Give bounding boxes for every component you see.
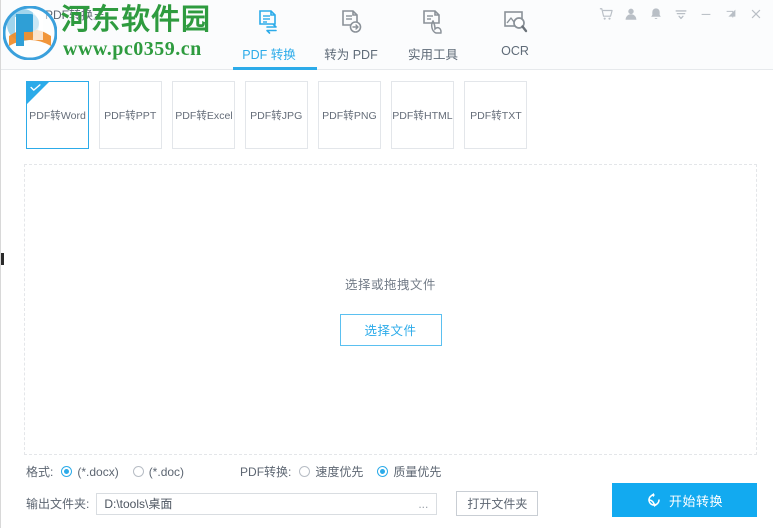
card-label: PDF转PNG	[322, 110, 377, 122]
radio-docx[interactable]	[61, 466, 73, 477]
close-icon[interactable]	[743, 2, 768, 26]
bell-icon[interactable]	[643, 2, 668, 26]
card-label: PDF转Word	[29, 110, 86, 122]
options-row: 格式: (*.docx) (*.doc) PDF转换: 速度优先 质量优先	[26, 463, 455, 480]
quality-label: PDF转换:	[240, 465, 292, 479]
radio-doc[interactable]	[132, 466, 144, 477]
ocr-icon	[501, 7, 529, 37]
tab-label: OCR	[501, 44, 529, 58]
card-label: PDF转JPG	[250, 110, 303, 122]
radio-label: 质量优先	[393, 465, 442, 479]
radio-label: 速度优先	[315, 465, 364, 479]
cart-icon[interactable]	[593, 2, 618, 26]
menu-icon[interactable]	[668, 2, 693, 26]
maximize-icon[interactable]	[718, 2, 743, 26]
tab-tools[interactable]: 实用工具	[393, 0, 473, 70]
card-pdf-to-txt[interactable]: PDF转TXT	[464, 81, 527, 149]
tab-label: 实用工具	[407, 48, 458, 62]
conversion-type-list: PDF转Word PDF转PPT PDF转Excel PDF转JPG PDF转P…	[26, 81, 537, 149]
output-folder-field[interactable]: ...	[96, 492, 438, 515]
watermark-url: www.pc0359.cn	[63, 38, 202, 60]
radio-label: (*.doc)	[148, 464, 185, 479]
card-pdf-to-word[interactable]: PDF转Word	[26, 81, 89, 149]
card-label: PDF转HTML	[392, 110, 453, 122]
quality-option-quality[interactable]: 质量优先	[377, 463, 441, 480]
output-folder-label: 输出文件夹:	[26, 497, 90, 511]
radio-quality[interactable]	[377, 466, 389, 477]
title-bar: PDF转换王 河东软件园 www.pc0359.cn PDF 转换 转为 PDF…	[1, 0, 773, 70]
start-convert-label: 开始转换	[668, 493, 723, 509]
format-option-doc[interactable]: (*.doc)	[132, 464, 185, 479]
format-label: 格式:	[26, 465, 54, 479]
card-pdf-to-jpg[interactable]: PDF转JPG	[245, 81, 308, 149]
card-label: PDF转PPT	[104, 110, 157, 122]
start-convert-button[interactable]: 开始转换	[612, 483, 757, 517]
drop-zone-content: 选择或拖拽文件 选择文件	[25, 165, 756, 454]
select-file-button[interactable]: 选择文件	[339, 313, 442, 346]
browse-folder-button[interactable]: ...	[410, 494, 436, 514]
tab-label: PDF 转换	[242, 48, 296, 62]
minimize-icon[interactable]	[693, 2, 718, 26]
check-icon	[30, 84, 41, 91]
user-icon[interactable]	[618, 2, 643, 26]
app-logo-icon	[7, 9, 39, 41]
card-pdf-to-html[interactable]: PDF转HTML	[391, 81, 454, 149]
pdf-converter-window: PDF转换王 河东软件园 www.pc0359.cn PDF 转换 转为 PDF…	[0, 0, 773, 528]
card-pdf-to-png[interactable]: PDF转PNG	[318, 81, 381, 149]
card-label: PDF转Excel	[174, 110, 233, 122]
main-nav: PDF 转换 转为 PDF 实用工具 OCR	[229, 0, 557, 70]
card-pdf-to-excel[interactable]: PDF转Excel	[172, 81, 235, 149]
output-folder-input[interactable]	[97, 493, 398, 514]
active-tab-underline	[233, 67, 317, 70]
card-label: PDF转TXT	[469, 110, 522, 122]
app-title: PDF转换王	[45, 8, 106, 22]
edge-artifact	[1, 253, 4, 265]
radio-speed[interactable]	[299, 466, 311, 477]
open-folder-button[interactable]: 打开文件夹	[456, 491, 539, 516]
tools-icon	[419, 7, 447, 37]
tab-label: 转为 PDF	[324, 48, 378, 62]
to-pdf-icon	[337, 7, 365, 37]
quality-option-speed[interactable]: 速度优先	[299, 463, 363, 480]
drop-zone-hint: 选择或拖拽文件	[344, 277, 436, 292]
tab-ocr[interactable]: OCR	[475, 0, 555, 70]
file-drop-zone[interactable]: 选择或拖拽文件 选择文件	[24, 164, 757, 455]
tab-to-pdf[interactable]: 转为 PDF	[311, 0, 391, 70]
card-pdf-to-ppt[interactable]: PDF转PPT	[99, 81, 162, 149]
tab-pdf-convert[interactable]: PDF 转换	[229, 0, 317, 70]
format-option-docx[interactable]: (*.docx)	[61, 464, 119, 479]
pdf-convert-icon	[255, 7, 283, 37]
radio-label: (*.docx)	[77, 464, 119, 479]
window-controls	[593, 2, 768, 26]
refresh-icon	[648, 493, 660, 507]
output-folder-row: 输出文件夹: ... 打开文件夹	[26, 491, 539, 516]
